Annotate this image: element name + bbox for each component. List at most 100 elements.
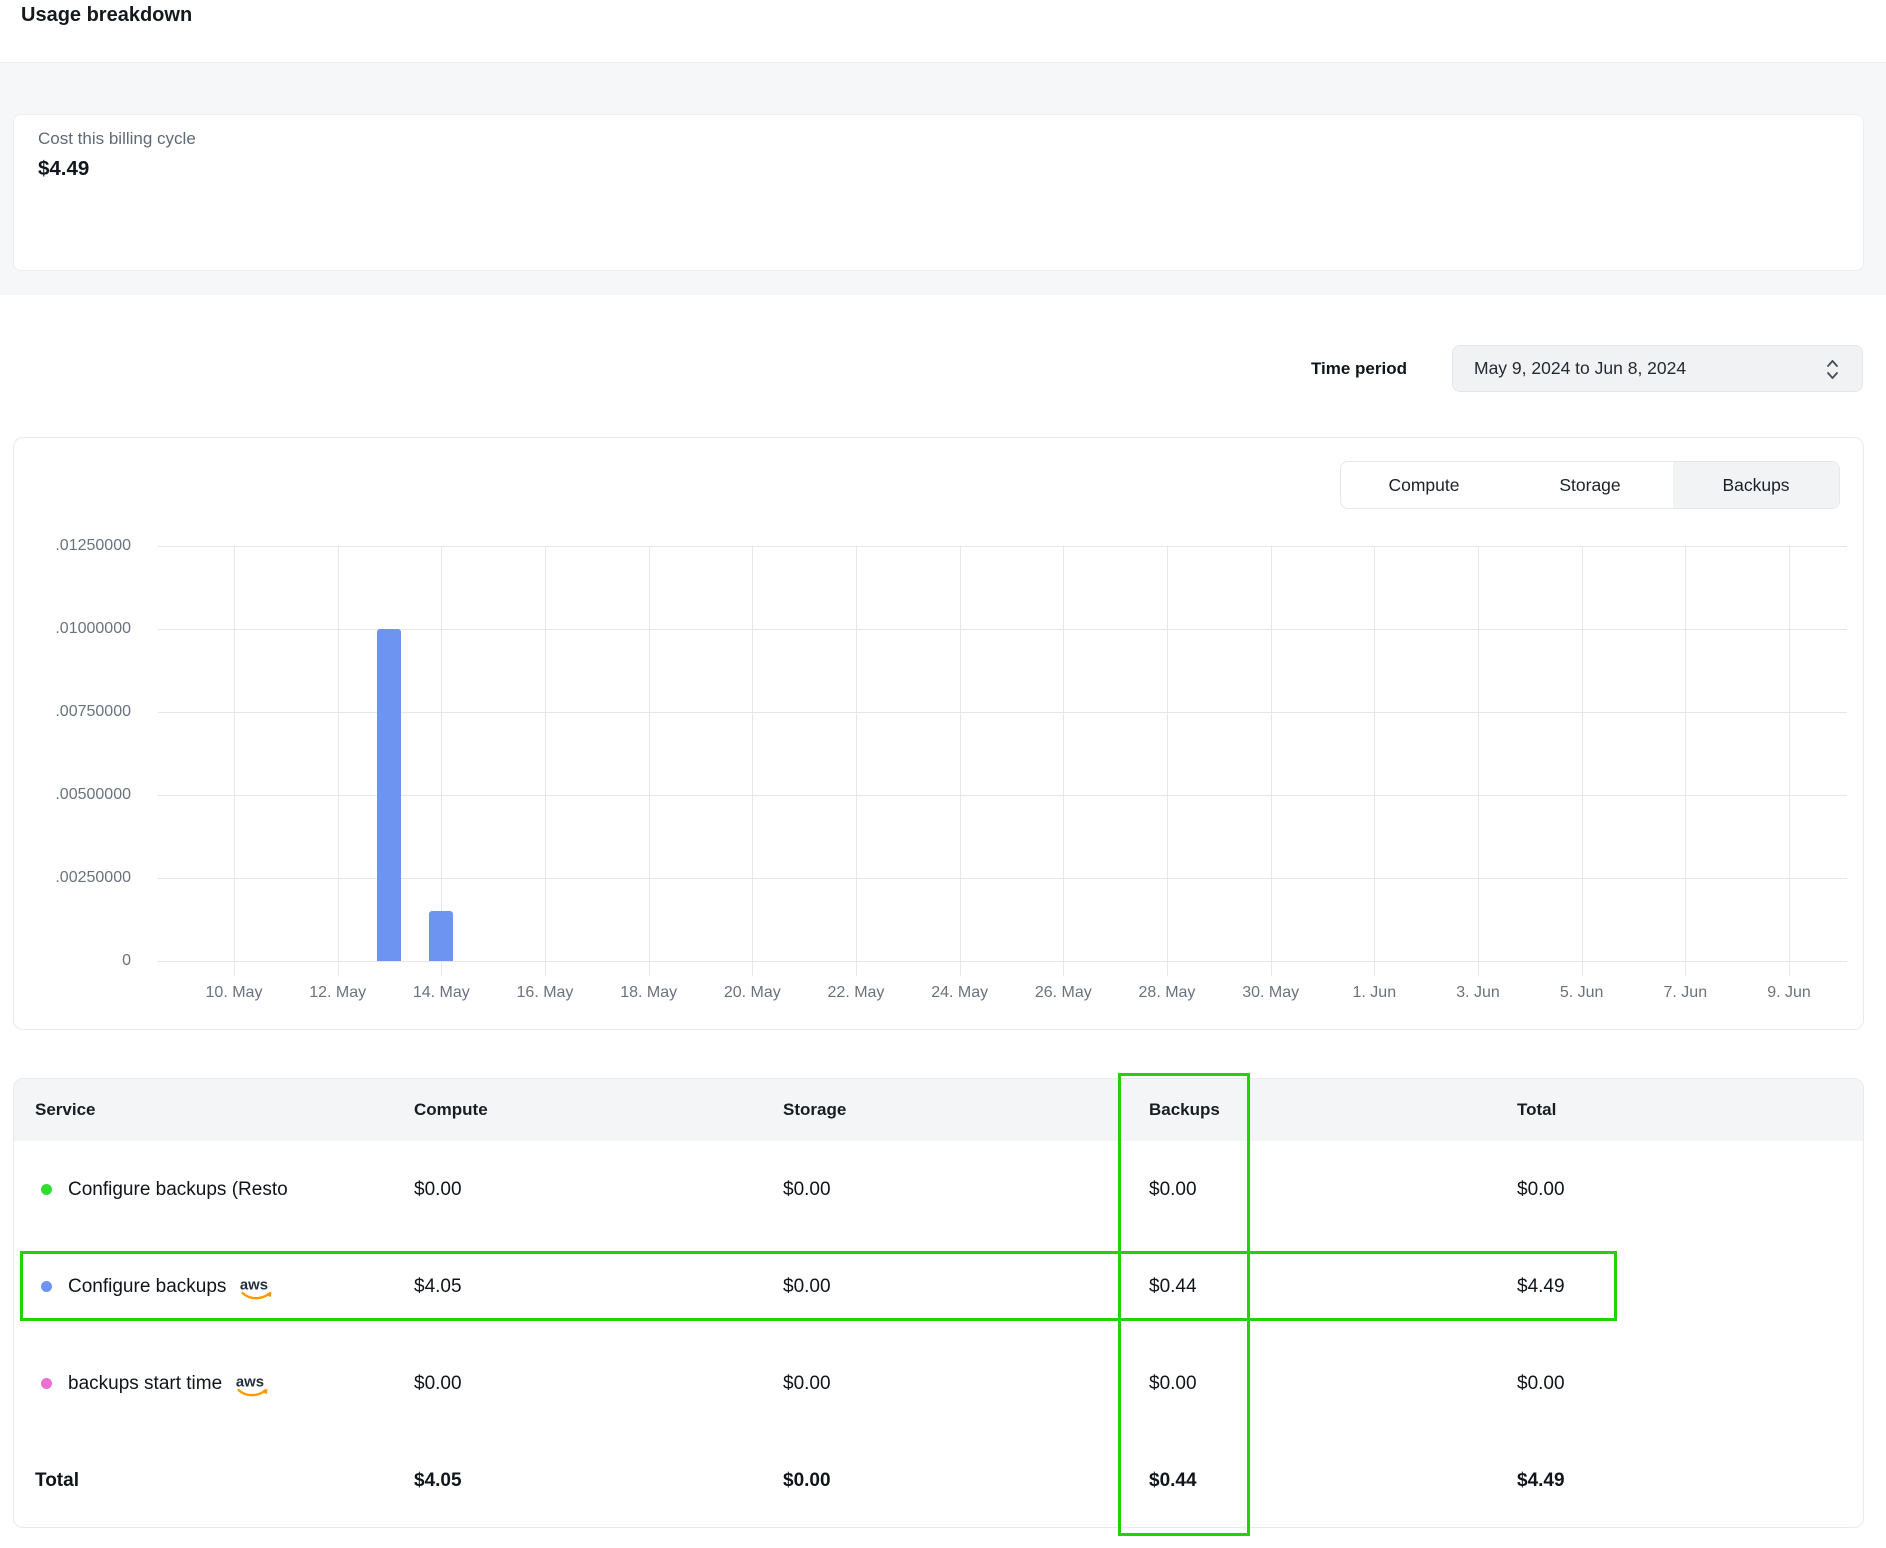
cell-service: Configure backups aws [35,1238,275,1335]
column-header-storage: Storage [783,1079,846,1141]
service-name: backups start time [68,1373,222,1395]
billing-summary-section: Cost this billing cycle $4.49 [0,62,1886,295]
y-gridline [158,961,1847,962]
table-row: backups start time aws $0.00 $0.00 $0.00 $0… [14,1335,1863,1432]
cell-total-storage: $0.00 [783,1432,831,1528]
x-gridline [649,546,650,976]
series-dot-icon [41,1281,52,1292]
column-header-service: Service [35,1079,96,1141]
y-axis-tick-label: 0 [21,952,131,970]
cell-total-total: $4.49 [1517,1432,1565,1528]
table-row: Configure backups (Resto $0.00 $0.00 $0.00… [14,1141,1863,1238]
column-header-compute: Compute [414,1079,488,1141]
x-gridline [1063,546,1064,976]
x-axis-tick-label: 3. Jun [1430,984,1526,1002]
x-axis-tick-label: 18. May [601,984,697,1002]
x-axis-tick-label: 9. Jun [1741,984,1837,1002]
column-header-backups: Backups [1149,1079,1220,1141]
x-gridline [856,546,857,976]
y-gridline [158,629,1847,630]
x-axis-tick-label: 24. May [912,984,1008,1002]
cell-storage: $0.00 [783,1141,831,1238]
aws-icon: aws [239,1276,275,1303]
tab-storage[interactable]: Storage [1507,462,1673,508]
service-name: Configure backups (Resto [68,1179,288,1201]
cell-total: $0.00 [1517,1335,1565,1432]
y-axis-tick-label: .01250000 [21,537,131,555]
column-header-total: Total [1517,1079,1556,1141]
billing-cycle-amount: $4.49 [38,157,89,181]
x-gridline [1685,546,1686,976]
cell-storage: $0.00 [783,1335,831,1432]
time-period-row: Time period May 9, 2024 to Jun 8, 2024 [0,345,1863,392]
y-gridline [158,546,1847,547]
x-axis-tick-label: 12. May [290,984,386,1002]
usage-chart-card: Compute Storage Backups .01250000 .010000… [13,437,1864,1030]
page-title: Usage breakdown [21,4,192,27]
chart-metric-tabs: Compute Storage Backups [1340,461,1840,509]
x-gridline [1167,546,1168,976]
x-gridline [960,546,961,976]
svg-text:aws: aws [240,1278,268,1294]
cell-total: $0.00 [1517,1141,1565,1238]
cell-service: Configure backups (Resto [35,1141,288,1238]
time-period-value: May 9, 2024 to Jun 8, 2024 [1474,346,1686,391]
time-period-select[interactable]: May 9, 2024 to Jun 8, 2024 [1452,345,1863,392]
usage-bar[interactable] [429,911,453,961]
select-updown-chevron-icon [1825,358,1840,381]
x-gridline [1478,546,1479,976]
y-gridline [158,878,1847,879]
table-row: Configure backups aws $4.05 $0.00 $0.44 $4.… [14,1238,1863,1335]
tab-compute[interactable]: Compute [1341,462,1507,508]
cell-compute: $4.05 [414,1238,462,1335]
y-gridline [158,795,1847,796]
service-name: Configure backups [68,1276,226,1298]
x-gridline [1271,546,1272,976]
table-header-row: Service Compute Storage Backups Total [14,1079,1863,1141]
cell-service: backups start time aws [35,1335,271,1432]
usage-breakdown-page: Usage breakdown Cost this billing cycle … [0,0,1886,1548]
cell-compute: $0.00 [414,1335,462,1432]
y-gridline [158,712,1847,713]
y-axis-tick-label: .01000000 [21,620,131,638]
x-gridline [1374,546,1375,976]
x-gridline [1789,546,1790,976]
x-axis-tick-label: 20. May [704,984,800,1002]
x-axis-tick-label: 30. May [1223,984,1319,1002]
x-axis-tick-label: 16. May [497,984,593,1002]
cell-total-compute: $4.05 [414,1432,462,1528]
aws-icon: aws [235,1373,271,1400]
cell-total: $4.49 [1517,1238,1565,1335]
y-axis-tick-label: .00750000 [21,703,131,721]
x-axis-tick-label: 5. Jun [1534,984,1630,1002]
y-axis-tick-label: .00500000 [21,786,131,804]
cell-total-backups: $0.44 [1149,1432,1197,1528]
usage-table-card: Service Compute Storage Backups Total Config… [13,1078,1864,1528]
svg-text:aws: aws [236,1375,264,1391]
x-axis-tick-label: 26. May [1015,984,1111,1002]
cell-backups: $0.00 [1149,1141,1197,1238]
tab-backups[interactable]: Backups [1673,462,1839,508]
series-dot-icon [41,1184,52,1195]
x-axis-tick-label: 10. May [186,984,282,1002]
series-dot-icon [41,1378,52,1389]
x-axis-tick-label: 7. Jun [1637,984,1733,1002]
table-total-row: Total $4.05 $0.00 $0.44 $4.49 [14,1432,1863,1528]
cell-compute: $0.00 [414,1141,462,1238]
usage-bar[interactable] [377,629,401,961]
billing-cost-card: Cost this billing cycle $4.49 [13,114,1864,271]
cell-backups: $0.44 [1149,1238,1197,1335]
x-gridline [1582,546,1583,976]
x-gridline [752,546,753,976]
x-axis-tick-label: 28. May [1119,984,1215,1002]
cell-backups: $0.00 [1149,1335,1197,1432]
x-axis-tick-label: 1. Jun [1326,984,1422,1002]
cell-total-label: Total [35,1432,79,1528]
x-gridline [338,546,339,976]
y-axis-tick-label: .00250000 [21,869,131,887]
x-gridline [234,546,235,976]
time-period-label: Time period [1311,359,1407,379]
x-axis-tick-label: 22. May [808,984,904,1002]
billing-cycle-label: Cost this billing cycle [38,129,196,149]
cell-storage: $0.00 [783,1238,831,1335]
